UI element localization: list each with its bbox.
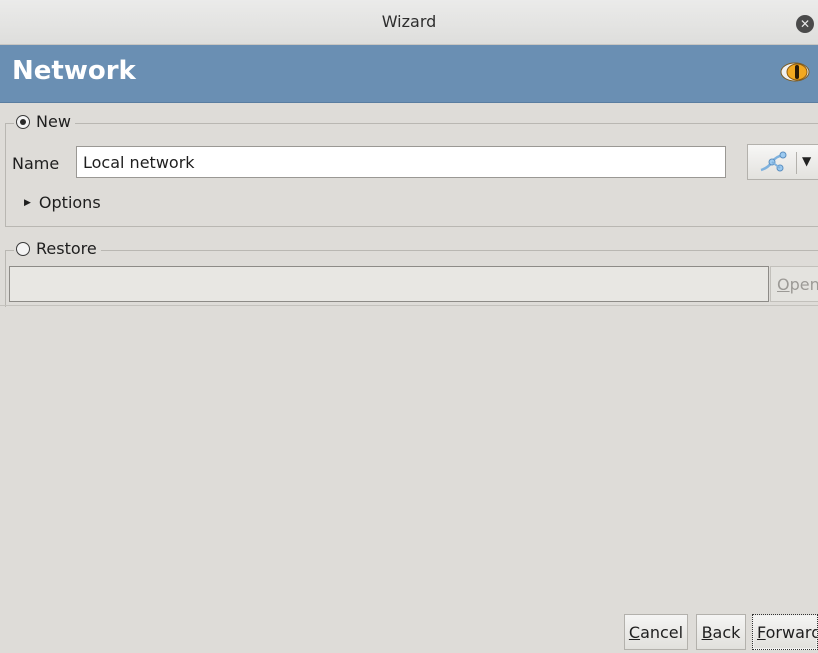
name-label: Name (12, 154, 60, 173)
back-button-accel: B (701, 623, 713, 642)
cancel-button[interactable]: Cancel (624, 614, 688, 650)
cancel-button-accel: C (628, 623, 641, 642)
expander-arrow-icon: ▶ (24, 197, 31, 208)
new-radio-label: New (36, 112, 71, 131)
options-expander[interactable]: ▶ Options (24, 193, 101, 212)
forward-button-label: orward (765, 623, 818, 642)
restore-path-input[interactable] (9, 266, 769, 302)
menu-button-separator (796, 152, 797, 174)
new-radio-indicator[interactable] (16, 114, 30, 129)
open-button-accel: O (777, 275, 790, 294)
open-button-label: pen (789, 275, 818, 294)
new-radio[interactable]: New (14, 112, 75, 131)
cancel-button-label: ancel (640, 623, 684, 642)
page-title: Network (12, 56, 136, 86)
wizard-banner: Network (0, 45, 818, 103)
name-input[interactable]: Local network (76, 146, 726, 178)
open-button[interactable]: Open (770, 266, 818, 302)
options-label: Options (38, 193, 101, 212)
window-titlebar[interactable]: Wizard ✕ (0, 0, 818, 45)
restore-radio[interactable]: Restore (14, 239, 101, 258)
eye-logo-icon (780, 62, 810, 82)
chevron-down-icon[interactable]: ▼ (802, 154, 811, 168)
back-button[interactable]: Back (696, 614, 746, 650)
forward-button[interactable]: Forward (752, 614, 818, 650)
network-icon (760, 151, 787, 172)
back-button-label: ack (712, 623, 741, 642)
forward-button-accel: F (757, 623, 766, 642)
window-title: Wizard (381, 12, 437, 31)
content-divider (0, 305, 818, 306)
close-icon[interactable]: ✕ (796, 15, 814, 33)
network-type-menu-button[interactable]: ▼ (747, 144, 818, 180)
restore-radio-indicator[interactable] (16, 241, 30, 256)
restore-radio-label: Restore (36, 239, 97, 258)
